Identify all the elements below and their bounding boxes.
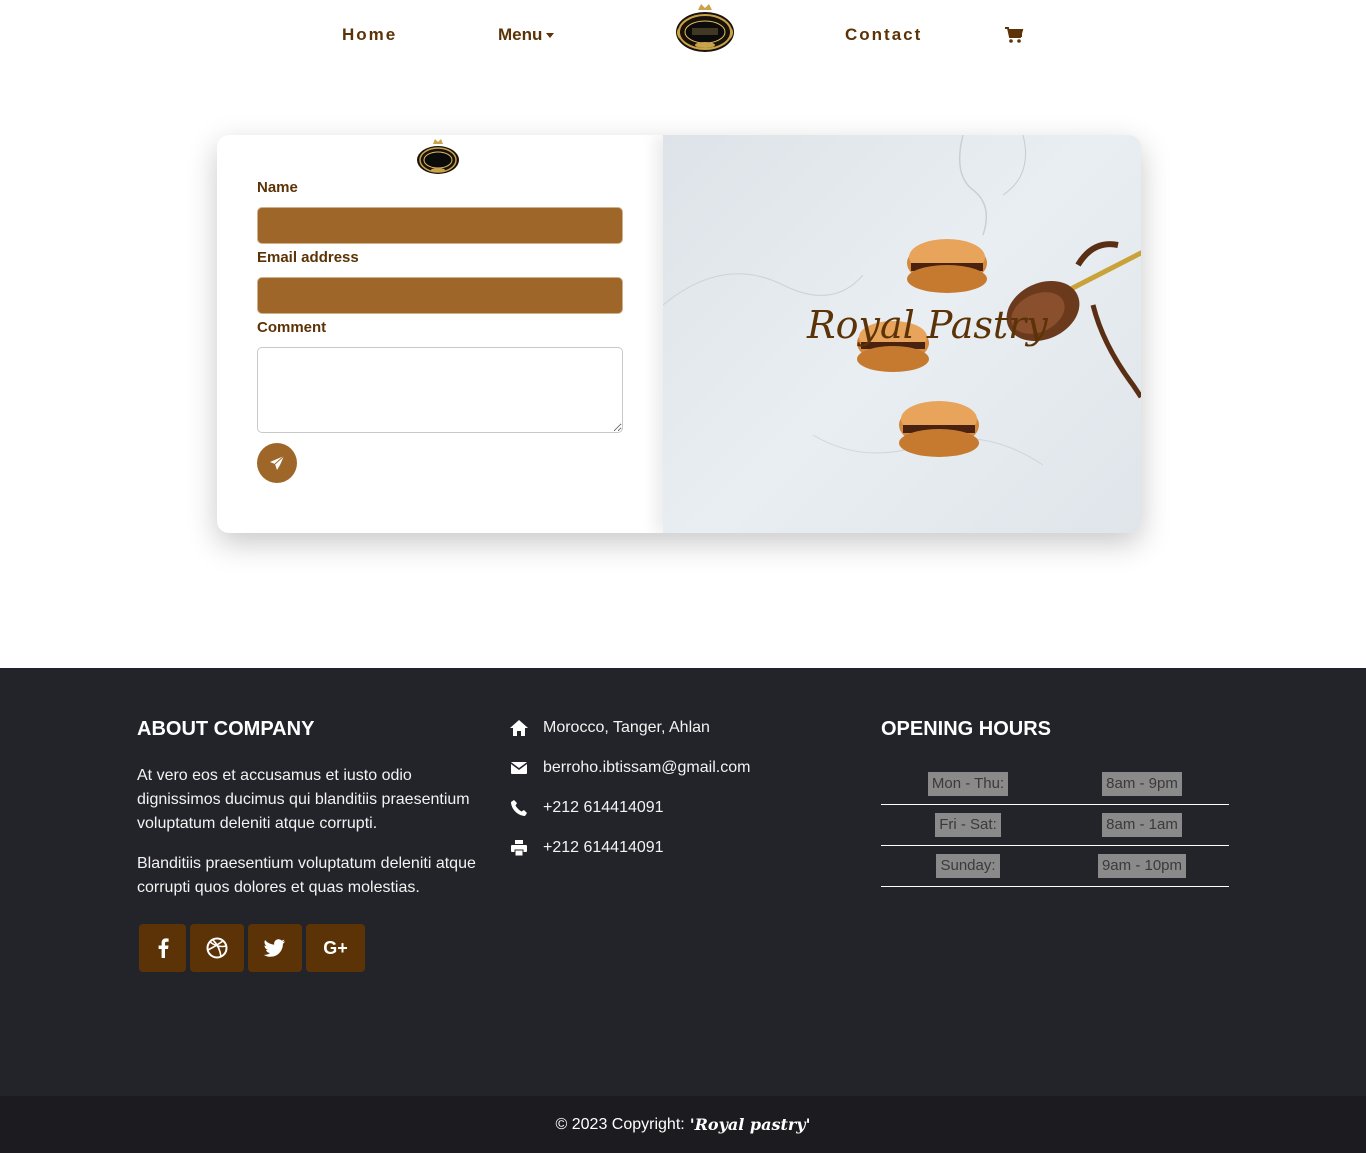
address-text: Morocco, Tanger, Ahlan — [543, 719, 710, 736]
email-text[interactable]: berroho.ibtissam@gmail.com — [543, 759, 750, 777]
google-plus-icon: G+ — [323, 937, 348, 958]
printer-icon — [510, 839, 528, 857]
contact-form: Name Email address Comment — [217, 135, 663, 533]
hours-day: Mon - Thu: — [927, 772, 1009, 796]
paper-plane-icon — [269, 455, 285, 471]
copyright-bar: © 2023 Copyright: 'Royal pastry' — [0, 1096, 1366, 1153]
hero-image: Royal Pastry — [663, 135, 1141, 533]
envelope-icon — [510, 759, 528, 777]
nav-contact-link[interactable]: Contact — [845, 25, 922, 45]
name-field[interactable] — [257, 207, 623, 244]
nav-menu-label: Menu — [498, 25, 543, 44]
hours-row: Sunday: 9am - 10pm — [881, 846, 1229, 887]
contact-address: Morocco, Tanger, Ahlan — [510, 716, 710, 740]
hero-title: Royal Pastry — [807, 303, 1048, 347]
about-paragraph-2: Blanditiis praesentium voluptatum deleni… — [137, 855, 476, 896]
google-plus-button[interactable]: G+ — [306, 924, 365, 972]
hours-heading: OPENING HOURS — [881, 718, 1052, 740]
twitter-button[interactable] — [248, 924, 302, 972]
facebook-icon — [157, 938, 169, 958]
shopping-cart-icon[interactable] — [1004, 26, 1024, 44]
home-icon — [510, 719, 528, 737]
facebook-button[interactable] — [139, 924, 186, 972]
hours-time: 9am - 10pm — [1097, 854, 1187, 878]
royal-logo[interactable] — [674, 2, 736, 54]
contact-fax: +212 614414091 — [510, 836, 664, 860]
email-field[interactable] — [257, 277, 623, 314]
email-label: Email address — [257, 249, 359, 266]
caret-down-icon — [546, 33, 555, 39]
hours-time: 8am - 1am — [1102, 813, 1182, 837]
comment-label: Comment — [257, 319, 327, 336]
contact-phone: +212 614414091 — [510, 796, 664, 820]
footer: ABOUT COMPANY At vero eos et accusamus e… — [0, 668, 1366, 1096]
send-button[interactable] — [257, 443, 297, 483]
hours-row: Mon - Thu: 8am - 9pm — [881, 764, 1229, 805]
hours-day: Fri - Sat: — [935, 813, 1001, 837]
contact-email: berroho.ibtissam@gmail.com — [510, 756, 750, 780]
hours-table: Mon - Thu: 8am - 9pm Fri - Sat: 8am - 1a… — [881, 764, 1229, 887]
dribbble-icon — [206, 937, 228, 959]
fax-text: +212 614414091 — [543, 839, 664, 856]
about-heading: ABOUT COMPANY — [137, 718, 315, 740]
about-paragraph-1: At vero eos et accusamus et iusto odio d… — [137, 767, 470, 832]
contact-card: Name Email address Comment Royal Pastry — [217, 135, 1141, 533]
twitter-icon — [264, 939, 286, 957]
nav-menu-dropdown[interactable]: Menu — [498, 25, 555, 45]
dribbble-button[interactable] — [190, 924, 244, 972]
name-label: Name — [257, 179, 298, 196]
copyright-brand: 'Royal pastry' — [689, 1115, 811, 1134]
nav-home-link[interactable]: Home — [342, 25, 397, 45]
phone-text: +212 614414091 — [543, 799, 664, 816]
form-logo — [416, 138, 460, 176]
top-nav: Home Menu Contact — [0, 0, 1366, 70]
copyright-text: © 2023 Copyright: — [555, 1115, 685, 1133]
hours-time: 8am - 9pm — [1102, 772, 1182, 796]
comment-textarea[interactable] — [257, 347, 623, 433]
hours-row: Fri - Sat: 8am - 1am — [881, 805, 1229, 846]
phone-icon — [510, 799, 528, 817]
hours-day: Sunday: — [936, 854, 1000, 878]
